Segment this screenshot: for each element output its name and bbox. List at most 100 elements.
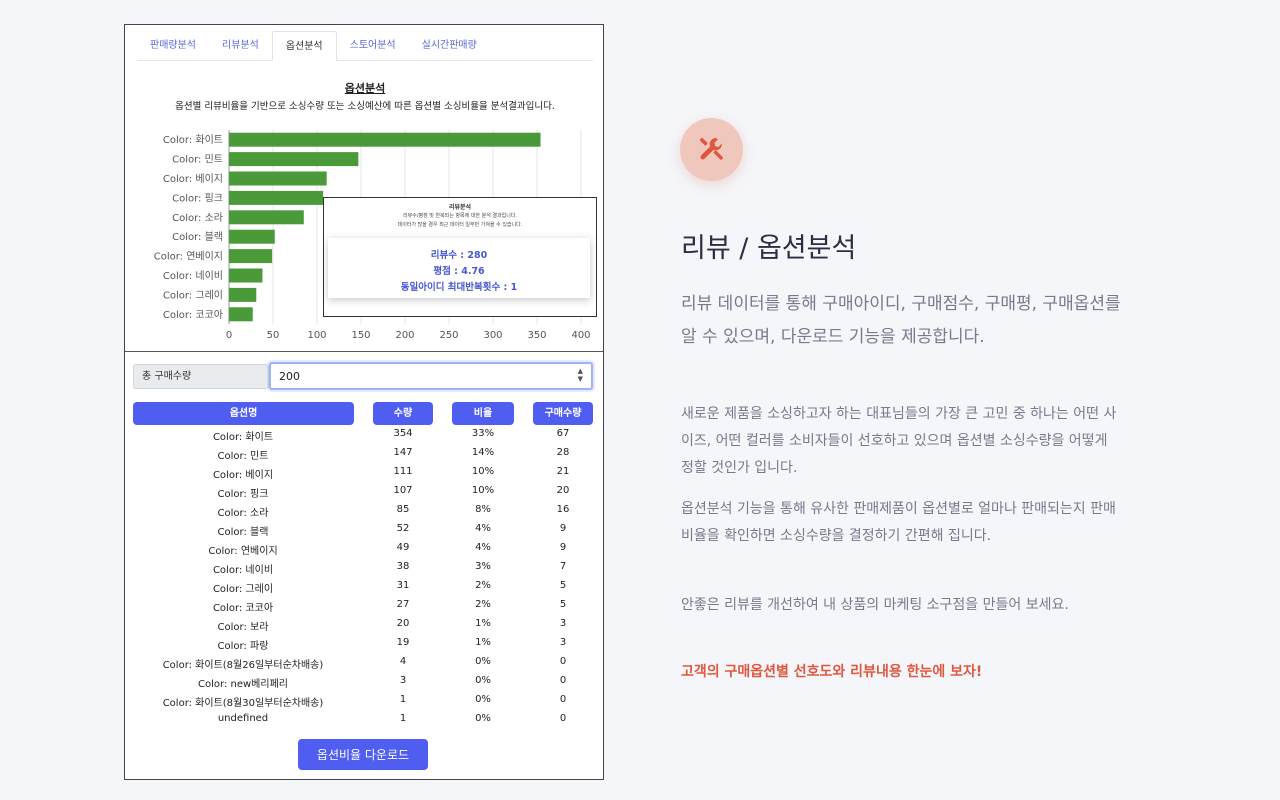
cell-option-name: Color: new베리페리 — [198, 679, 288, 690]
cell-quantity: 107 — [393, 485, 413, 496]
total-quantity-label: 총 구매수량 — [133, 364, 269, 389]
review-count: 리뷰수 : 280 — [430, 250, 488, 261]
cell-purchase-quantity: 0 — [559, 656, 567, 667]
cell-purchase-quantity: 0 — [559, 694, 567, 705]
x-tick-label: 0 — [226, 330, 232, 341]
x-tick-label: 300 — [483, 330, 502, 341]
cell-quantity: 147 — [393, 447, 413, 458]
cell-quantity: 4 — [399, 656, 407, 667]
tab-bar: 판매량분석 리뷰분석 옵션분석 스토어분석 실시간판매량 — [137, 31, 593, 61]
total-quantity-value: 200 — [279, 370, 300, 383]
feature-lead: 리뷰 데이터를 통해 구매아이디, 구매점수, 구매평, 구매옵션를 알 수 있… — [681, 294, 1121, 347]
tooltip-stats-card: 리뷰수 : 280 평점 : 4.76 동일아이디 최대반복횟수 : 1 — [328, 238, 590, 298]
chart-bar[interactable] — [229, 287, 257, 302]
cell-purchase-quantity: 28 — [556, 447, 570, 458]
tools-icon — [699, 137, 723, 160]
cell-option-name: Color: 화이트 — [212, 432, 274, 443]
chart-bar[interactable] — [229, 171, 327, 186]
cell-option-name: Color: 화이트(8월30일부터순차배송) — [162, 698, 324, 709]
tab-option-analysis[interactable]: 옵션분석 — [271, 31, 337, 61]
feature-paragraph: 옵션분석 기능을 통해 유사한 판매제품이 옵션별로 얼마나 판매되는지 판매비… — [681, 501, 1116, 544]
feature-paragraph: 안좋은 리뷰를 개선하여 내 상품의 마케팅 소구점을 만들어 보세요. — [681, 597, 1069, 613]
cell-purchase-quantity: 16 — [556, 504, 570, 515]
cell-quantity: 354 — [393, 428, 413, 439]
cell-option-name: Color: 화이트(8월26일부터순차배송) — [162, 660, 324, 671]
cell-ratio: 1% — [475, 618, 491, 629]
cell-option-name: Color: 보라 — [217, 622, 269, 633]
x-tick-label: 400 — [571, 330, 590, 341]
tab-realtime-sales[interactable]: 실시간판매량 — [409, 31, 490, 61]
cell-quantity: 27 — [396, 599, 410, 610]
download-option-ratio-button[interactable]: 옵션비율 다운로드 — [298, 739, 428, 770]
cell-ratio: 33% — [471, 428, 495, 439]
cell-ratio: 3% — [475, 561, 491, 572]
section-divider — [125, 351, 603, 352]
analysis-subtitle: 옵션별 리뷰비율을 기반으로 소싱수량 또는 소싱예산에 따른 옵션별 소싱비율… — [175, 101, 555, 112]
cell-purchase-quantity: 67 — [556, 428, 570, 439]
y-category-label: Color: 연베이지 — [154, 251, 223, 263]
cell-ratio: 2% — [475, 580, 491, 591]
cell-option-name: Color: 민트 — [217, 451, 269, 462]
x-tick-label: 200 — [395, 330, 414, 341]
cell-ratio: 1% — [475, 637, 491, 648]
cell-quantity: 1 — [399, 713, 407, 724]
cell-ratio: 8% — [475, 504, 491, 515]
cell-purchase-quantity: 0 — [559, 713, 567, 724]
cell-ratio: 2% — [475, 599, 491, 610]
x-tick-label: 50 — [267, 330, 280, 341]
chart-bar[interactable] — [229, 268, 263, 283]
chart-bar[interactable] — [229, 132, 541, 147]
cell-quantity: 20 — [396, 618, 410, 629]
tools-icon-badge — [680, 118, 743, 181]
cell-purchase-quantity: 5 — [559, 580, 567, 591]
table-row: Color: 연베이지 49 4% 9 — [125, 539, 605, 558]
cell-purchase-quantity: 3 — [559, 618, 567, 629]
chart-bar[interactable] — [229, 307, 253, 322]
table-row: Color: 보라 20 1% 3 — [125, 615, 605, 634]
cell-quantity: 3 — [399, 675, 407, 686]
cell-ratio: 4% — [475, 542, 491, 553]
y-category-label: Color: 소라 — [172, 212, 223, 224]
cell-purchase-quantity: 3 — [559, 637, 567, 648]
chart-bar[interactable] — [229, 152, 359, 167]
table-row: Color: 네이비 38 3% 7 — [125, 558, 605, 577]
feature-accent-text: 고객의 구매옵션별 선호도와 리뷰내용 한눈에 보자! — [681, 664, 983, 680]
tab-review-analysis[interactable]: 리뷰분석 — [209, 31, 272, 61]
x-tick-label: 350 — [527, 330, 546, 341]
cell-purchase-quantity: 0 — [559, 675, 567, 686]
cell-option-name: Color: 소라 — [217, 508, 269, 519]
cell-quantity: 49 — [396, 542, 410, 553]
cell-option-name: Color: 블랙 — [217, 527, 269, 538]
table-row: Color: 그레이 31 2% 5 — [125, 577, 605, 596]
cell-option-name: Color: 코코아 — [212, 603, 274, 614]
tab-store-analysis[interactable]: 스토어분석 — [337, 31, 409, 61]
table-row: Color: 블랙 52 4% 9 — [125, 520, 605, 539]
chart-bar[interactable] — [229, 249, 273, 264]
cell-option-name: Color: 핑크 — [217, 489, 269, 500]
cell-ratio: 0% — [475, 656, 491, 667]
table-row: Color: 핑크 107 10% 20 — [125, 482, 605, 501]
tooltip-line: 리뷰수/평점 및 반복되는 항목에 대한 분석 결과입니다. — [402, 213, 517, 219]
cell-quantity: 38 — [396, 561, 410, 572]
feature-paragraph: 새로운 제품을 소싱하고자 하는 대표님들의 가장 큰 고민 중 하나는 어떤 … — [681, 406, 1117, 476]
total-quantity-input[interactable]: 200 ▲ ▼ — [269, 362, 593, 390]
spinner-icon[interactable]: ▲ ▼ — [578, 367, 583, 383]
table-row: Color: 소라 85 8% 16 — [125, 501, 605, 520]
chart-bar[interactable] — [229, 229, 275, 244]
table-row: Color: new베리페리 3 0% 0 — [125, 672, 605, 691]
chart-bar[interactable] — [229, 190, 324, 205]
table-row: Color: 코코아 27 2% 5 — [125, 596, 605, 615]
tab-sales-analysis[interactable]: 판매량분석 — [137, 31, 209, 61]
y-category-label: Color: 화이트 — [163, 134, 223, 146]
chart-bar[interactable] — [229, 210, 304, 225]
x-tick-label: 250 — [439, 330, 458, 341]
cell-option-name: Color: 파랑 — [217, 641, 269, 652]
tooltip-title: 리뷰분석 — [448, 204, 472, 211]
y-category-label: Color: 네이비 — [163, 270, 223, 282]
option-analysis-panel: 판매량분석 리뷰분석 옵션분석 스토어분석 실시간판매량 옵션분석 옵션별 리뷰… — [124, 24, 604, 780]
cell-option-name: Color: 연베이지 — [208, 546, 278, 557]
tooltip-line: 데이터가 많을 경우 최근 데이터 일부만 가져올 수 있습니다. — [397, 222, 523, 228]
cell-purchase-quantity: 9 — [559, 523, 567, 534]
table-row: Color: 화이트(8월30일부터순차배송) 1 0% 0 — [125, 691, 605, 710]
x-tick-label: 100 — [307, 330, 326, 341]
